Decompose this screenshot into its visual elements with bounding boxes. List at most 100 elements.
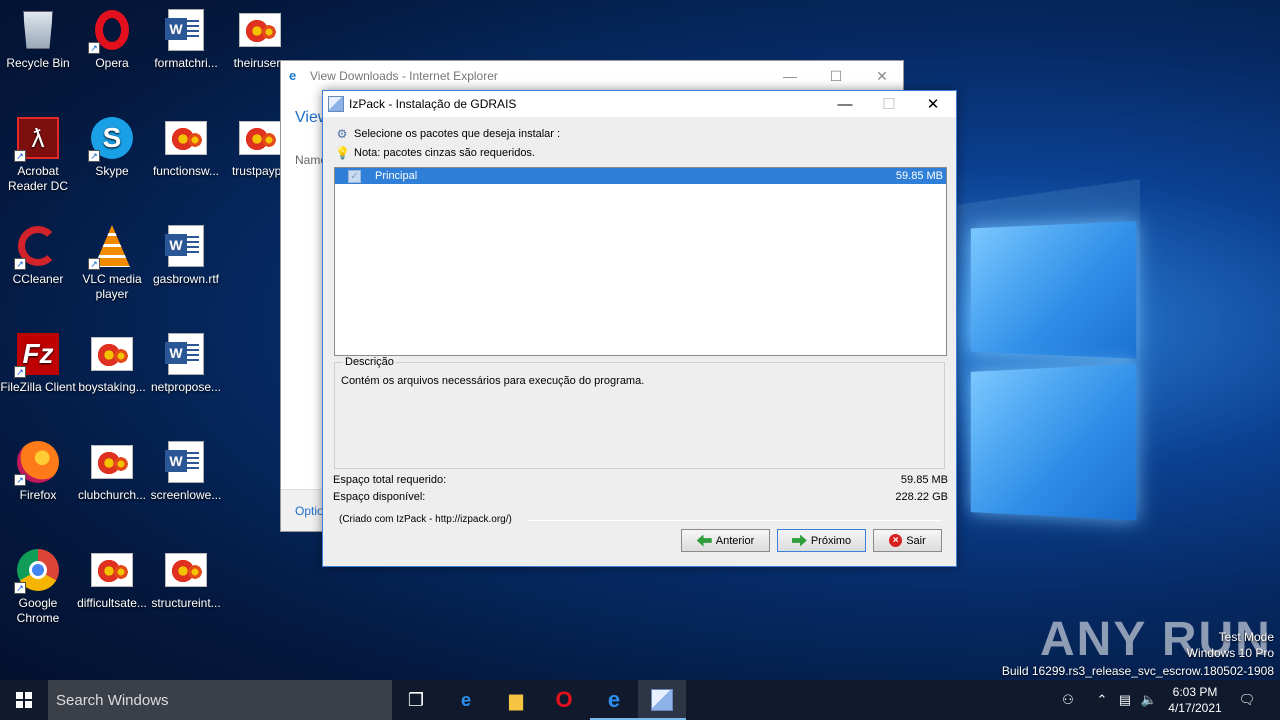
desktop-icon-structureint[interactable]: structureint...: [148, 548, 224, 611]
package-size: 59.85 MB: [895, 170, 943, 182]
back-button-label: Anterior: [715, 534, 755, 547]
wallpaper-logo-pane: [970, 221, 1137, 359]
clock-time: 6:03 PM: [1172, 685, 1218, 699]
space-available-value: 228.22 GB: [895, 491, 948, 503]
izpack-installer-dialog[interactable]: IzPack - Instalação de GDRAIS — ☐ ✕ ⚙ Se…: [322, 90, 957, 567]
desktop-icon-acrobat[interactable]: ƛ ↗ Acrobat Reader DC: [0, 116, 76, 194]
opera-taskbar-button[interactable]: O: [540, 680, 588, 720]
recycle-bin-icon: [16, 8, 60, 52]
people-icon: ⚇: [1062, 692, 1074, 707]
maximize-icon: ☐: [882, 96, 896, 113]
windows-edition-text: Windows 10 Pro: [1186, 646, 1274, 660]
desktop-icon-vlc[interactable]: ↗ VLC media player: [74, 224, 150, 302]
shortcut-arrow-icon: ↗: [14, 150, 26, 162]
shortcut-arrow-icon: ↗: [14, 582, 26, 594]
skype-icon: S ↗: [88, 116, 134, 162]
chevron-up-icon: ⌃: [1096, 692, 1108, 707]
ie-taskbar-button[interactable]: e: [590, 680, 638, 720]
description-box: Descrição Contém os arquivos necessários…: [334, 356, 945, 469]
file-explorer-taskbar-button[interactable]: ▆: [492, 680, 540, 720]
desktop-icon-chrome[interactable]: ↗ Google Chrome: [0, 548, 76, 626]
shortcut-arrow-icon: ↗: [14, 258, 26, 270]
ccleaner-icon: ↗: [14, 224, 60, 270]
maximize-button[interactable]: ☐: [813, 61, 859, 91]
word-doc-icon: W: [164, 8, 208, 52]
word-doc-icon: W: [164, 224, 208, 268]
separator: [527, 520, 942, 521]
build-text: Build 16299.rs3_release_svc_escrow.18050…: [1001, 664, 1274, 678]
desktop-icon-ccleaner[interactable]: ↗ CCleaner: [0, 224, 76, 287]
space-required-value: 59.85 MB: [900, 474, 948, 486]
dialog-minimize-button[interactable]: —: [823, 91, 867, 117]
edge-icon: e: [460, 689, 471, 710]
desktop-icon-difficultsate[interactable]: difficultsate...: [74, 548, 150, 611]
taskbar: Search Windows ❐ e ▆ O e ⚇ ⌃ ▤ 🔈 6:03 PM…: [0, 680, 1280, 720]
opera-icon: O: [555, 687, 573, 712]
space-available-label: Espaço disponível:: [333, 491, 426, 503]
desktop-icon-gasbrown[interactable]: W gasbrown.rtf: [148, 224, 224, 287]
search-box[interactable]: Search Windows: [48, 680, 392, 720]
package-row[interactable]: ✓ Principal 59.85 MB: [335, 168, 946, 184]
start-button[interactable]: [0, 680, 48, 720]
gear-icon: ⚙: [336, 127, 348, 141]
desktop-icon-filezilla[interactable]: Fz ↗ FileZilla Client: [0, 332, 76, 395]
wallpaper-logo-pane: [970, 363, 1137, 521]
network-button[interactable]: ▤: [1114, 680, 1136, 720]
acrobat-icon: ƛ ↗: [14, 116, 60, 162]
dialog-close-button[interactable]: ✕: [911, 91, 955, 117]
people-button[interactable]: ⚇: [1056, 680, 1080, 720]
image-file-icon: [164, 548, 208, 592]
image-file-icon: [238, 8, 282, 52]
shortcut-arrow-icon: ↗: [88, 42, 100, 54]
stop-icon: ×: [889, 534, 903, 547]
select-packages-label: Selecione os pacotes que deseja instalar…: [354, 128, 561, 140]
desktop-icon-netpropose[interactable]: W netpropose...: [148, 332, 224, 395]
vlc-icon: ↗: [88, 224, 134, 270]
desktop-icon-clubchurch[interactable]: clubchurch...: [74, 440, 150, 503]
clock[interactable]: 6:03 PM 4/17/2021: [1160, 684, 1230, 716]
back-button[interactable]: Anterior: [681, 529, 770, 552]
show-hidden-icons-button[interactable]: ⌃: [1092, 680, 1112, 720]
task-view-button[interactable]: ❐: [392, 680, 440, 720]
space-available-row: Espaço disponível: 228.22 GB: [333, 491, 948, 503]
quit-button[interactable]: × Sair: [873, 529, 942, 552]
package-name: Principal: [375, 170, 418, 182]
notification-icon: 🗨: [1238, 692, 1256, 707]
close-button[interactable]: ✕: [859, 61, 905, 91]
ie-options-link[interactable]: Optio: [295, 504, 324, 518]
ie-window-title: View Downloads - Internet Explorer: [310, 69, 498, 83]
desktop-icon-functionsw[interactable]: functionsw...: [148, 116, 224, 179]
image-file-icon: [238, 116, 282, 160]
action-center-button[interactable]: 🗨: [1232, 680, 1262, 720]
edge-taskbar-button[interactable]: e: [442, 680, 490, 720]
folder-icon: ▆: [509, 689, 523, 710]
volume-button[interactable]: 🔈: [1138, 680, 1160, 720]
search-placeholder: Search Windows: [56, 691, 169, 709]
shortcut-arrow-icon: ↗: [88, 258, 100, 270]
desktop-icon-opera[interactable]: ↗ Opera: [74, 8, 150, 71]
package-list[interactable]: ✓ Principal 59.85 MB: [334, 167, 947, 356]
package-checkbox[interactable]: ✓: [348, 169, 361, 183]
network-icon: ▤: [1118, 692, 1132, 707]
description-legend: Descrição: [343, 356, 396, 368]
desktop-icon-screenlowe[interactable]: W screenlowe...: [148, 440, 224, 503]
shortcut-arrow-icon: ↗: [14, 474, 26, 486]
desktop-icon-recycle-bin[interactable]: Recycle Bin: [0, 8, 76, 71]
minimize-icon: —: [837, 95, 853, 113]
minimize-button[interactable]: —: [767, 61, 813, 91]
word-doc-icon: W: [164, 332, 208, 376]
desktop-icon-skype[interactable]: S ↗ Skype: [74, 116, 150, 179]
izpack-taskbar-button[interactable]: [638, 680, 686, 720]
next-button[interactable]: Próximo: [777, 529, 866, 552]
note-label: Nota: pacotes cinzas são requeridos.: [354, 147, 535, 159]
dialog-title-bar[interactable]: IzPack - Instalação de GDRAIS — ☐ ✕: [323, 91, 956, 117]
desktop-icon-firefox[interactable]: ↗ Firefox: [0, 440, 76, 503]
desktop-icon-formatchri[interactable]: W formatchri...: [148, 8, 224, 71]
arrow-left-icon: [696, 534, 712, 547]
izpack-credit: (Criado com IzPack - http://izpack.org/): [339, 514, 512, 525]
desktop-icon-boystaking[interactable]: boystaking...: [74, 332, 150, 395]
close-icon: ✕: [876, 67, 888, 84]
close-icon: ✕: [926, 96, 940, 113]
note-line: 💡 Nota: pacotes cinzas são requeridos.: [335, 146, 535, 160]
quit-button-label: Sair: [906, 534, 926, 547]
